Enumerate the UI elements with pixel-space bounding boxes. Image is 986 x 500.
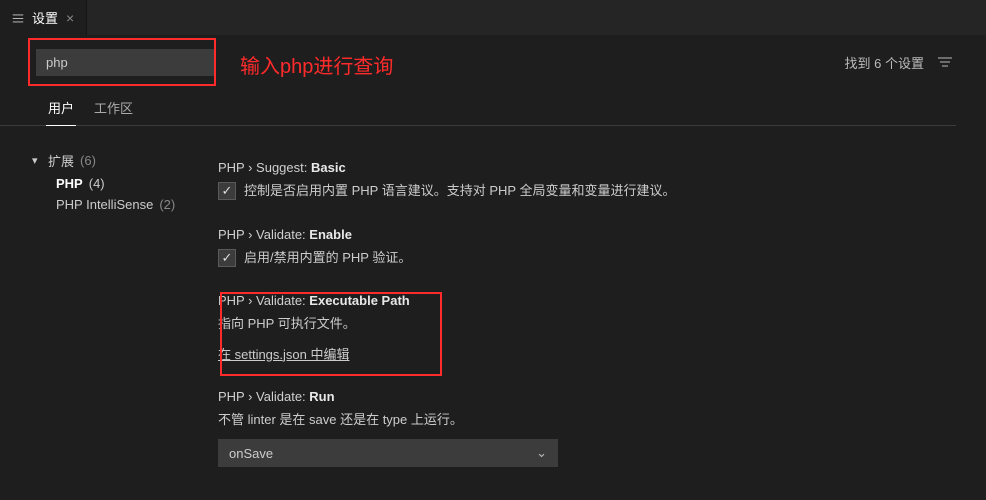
tab-workspace[interactable]: 工作区 [92, 92, 135, 125]
setting-desc: 启用/禁用内置的 PHP 验证。 [244, 248, 411, 268]
checkbox[interactable]: ✓ [218, 182, 236, 200]
scope-tabs: 用户 工作区 [0, 92, 956, 126]
search-row: 找到 6 个设置 [0, 35, 986, 90]
edit-in-settings-json-link[interactable]: 在 settings.json 中编辑 [218, 344, 350, 363]
tab-user[interactable]: 用户 [46, 92, 76, 126]
chevron-down-icon: ▾ [32, 154, 44, 167]
close-icon[interactable]: × [64, 10, 76, 26]
setting-title: PHP › Suggest: Basic [218, 160, 956, 175]
tab-bar: 设置 × [0, 0, 986, 35]
setting-crumb: PHP › Validate: [218, 227, 309, 242]
setting-name: Run [309, 389, 334, 404]
setting-validate-run: PHP › Validate: Run 不管 linter 是在 save 还是… [218, 375, 956, 480]
search-result-count: 找到 6 个设置 [845, 53, 924, 72]
tree-label: PHP [56, 176, 83, 191]
settings-icon [10, 10, 26, 26]
tree-label: 扩展 [48, 151, 74, 170]
settings-tree: ▾ 扩展 (6) PHP (4) PHP IntelliSense (2) [0, 138, 210, 499]
setting-desc: 指向 PHP 可执行文件。 [218, 314, 956, 334]
setting-desc: 控制是否启用内置 PHP 语言建议。支持对 PHP 全局变量和变量进行建议。 [244, 181, 675, 201]
dropdown-value: onSave [229, 446, 273, 461]
validate-run-dropdown[interactable]: onSave ⌄ [218, 439, 558, 467]
tree-php-intellisense[interactable]: PHP IntelliSense (2) [56, 194, 210, 215]
setting-crumb: PHP › Validate: [218, 293, 309, 308]
tree-count: (6) [80, 153, 96, 168]
setting-validate-enable: PHP › Validate: Enable ✓ 启用/禁用内置的 PHP 验证… [218, 213, 956, 280]
setting-name: Enable [309, 227, 352, 242]
setting-validate-executable-path: PHP › Validate: Executable Path 指向 PHP 可… [218, 279, 956, 375]
setting-title: PHP › Validate: Enable [218, 227, 956, 242]
tab-settings[interactable]: 设置 × [0, 0, 87, 35]
settings-list: PHP › Suggest: Basic ✓ 控制是否启用内置 PHP 语言建议… [210, 138, 986, 499]
tree-label: PHP IntelliSense [56, 197, 153, 212]
tree-count: (4) [89, 176, 105, 191]
setting-crumb: PHP › Suggest: [218, 160, 311, 175]
chevron-down-icon: ⌄ [536, 445, 547, 461]
checkbox[interactable]: ✓ [218, 249, 236, 267]
tree-count: (2) [159, 197, 175, 212]
setting-name: Executable Path [309, 293, 409, 308]
setting-suggest-basic: PHP › Suggest: Basic ✓ 控制是否启用内置 PHP 语言建议… [218, 146, 956, 213]
tree-extensions[interactable]: ▾ 扩展 (6) [32, 148, 210, 173]
filter-icon[interactable] [934, 52, 956, 74]
search-input[interactable] [36, 49, 216, 76]
setting-name: Basic [311, 160, 346, 175]
tab-label: 设置 [32, 8, 58, 27]
setting-desc: 不管 linter 是在 save 还是在 type 上运行。 [218, 410, 956, 430]
setting-title: PHP › Validate: Run [218, 389, 956, 404]
tree-php[interactable]: PHP (4) [56, 173, 210, 194]
setting-title: PHP › Validate: Executable Path [218, 293, 956, 308]
setting-crumb: PHP › Validate: [218, 389, 309, 404]
